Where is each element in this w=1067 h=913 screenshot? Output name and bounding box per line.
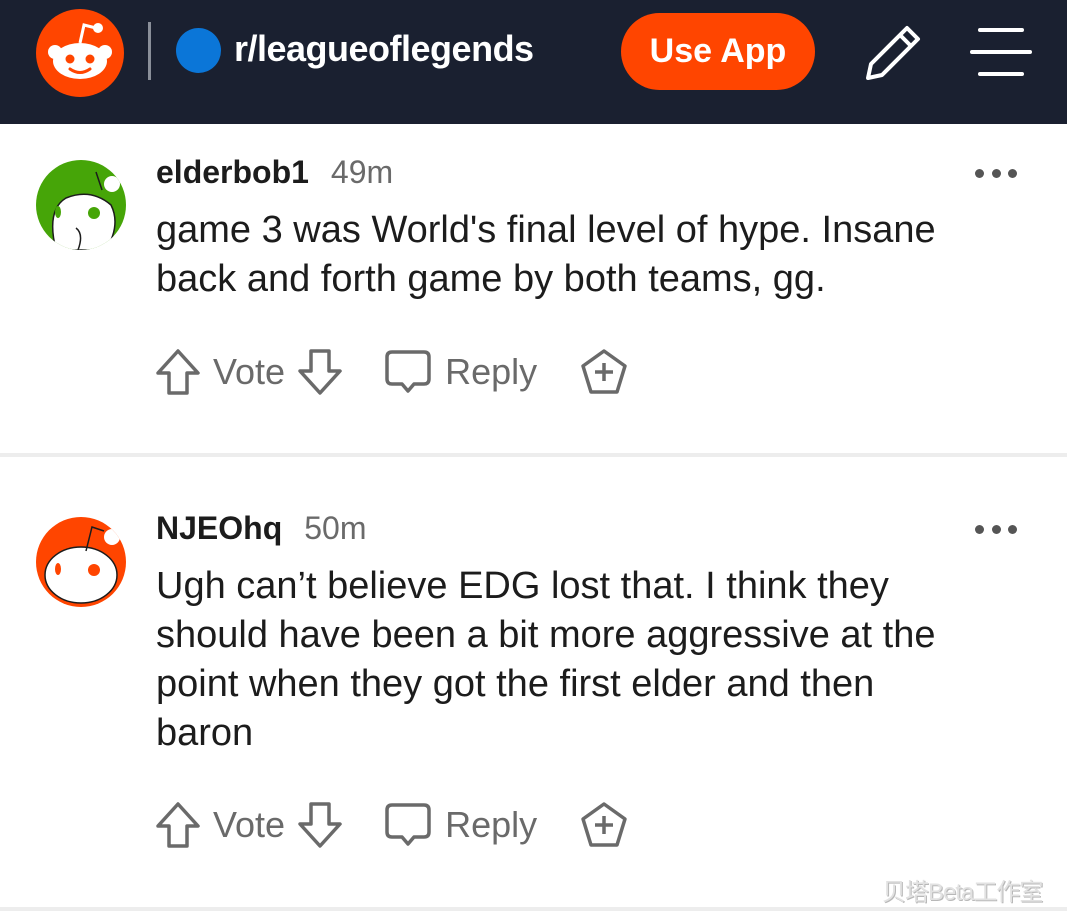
comment-divider (0, 907, 1067, 911)
use-app-button[interactable]: Use App (621, 13, 815, 90)
vote-label: Vote (213, 351, 286, 392)
avatar[interactable] (36, 160, 126, 250)
more-options-icon[interactable] (975, 166, 1017, 180)
header-divider (148, 22, 151, 80)
more-options-icon[interactable] (975, 522, 1017, 536)
reddit-logo[interactable] (36, 9, 124, 97)
snoo-avatar-icon (44, 526, 120, 604)
timestamp: 49m (330, 154, 394, 190)
comment-header: elderbob1 49m (156, 154, 393, 191)
award-icon[interactable] (579, 347, 629, 397)
reply-button[interactable]: Reply (445, 804, 537, 846)
downvote-icon[interactable] (295, 800, 345, 850)
comment-actions: Vote Reply (153, 346, 629, 398)
username[interactable]: elderbob1 (156, 154, 309, 190)
comment-body: game 3 was World's final level of hype. … (156, 206, 1036, 304)
comment-actions: Vote Reply (153, 799, 629, 851)
comment-line: Ugh can’t believe EDG lost that. I think… (156, 565, 889, 607)
comment-header: NJEOhq 50m (156, 510, 366, 547)
upvote-icon[interactable] (153, 800, 203, 850)
comment-line: point when they got the first elder and … (156, 663, 875, 705)
reply-icon[interactable] (383, 347, 433, 397)
vote-label: Vote (213, 804, 286, 845)
reply-icon[interactable] (383, 800, 433, 850)
watermark: 贝塔Beta工作室 (882, 879, 1043, 906)
comment: elderbob1 49m game 3 was World's final le… (0, 124, 1067, 456)
reply-button[interactable]: Reply (445, 351, 537, 393)
snoo-icon (48, 23, 112, 79)
subreddit-icon (176, 28, 221, 73)
upvote-icon[interactable] (153, 347, 203, 397)
downvote-icon[interactable] (295, 347, 345, 397)
comment-line: baron (156, 712, 254, 754)
top-bar: r/leagueoflegends Use App (0, 0, 1067, 124)
comment-line: should have been a bit more aggressive a… (156, 614, 936, 656)
timestamp: 50m (304, 510, 367, 546)
pencil-icon[interactable] (862, 22, 924, 84)
subreddit-name[interactable]: r/leagueoflegends (234, 28, 534, 70)
award-icon[interactable] (579, 800, 629, 850)
hamburger-menu-icon[interactable] (970, 26, 1032, 78)
snoo-avatar-icon (51, 171, 120, 250)
comment: NJEOhq 50m Ugh can’t believe EDG lost tha… (0, 457, 1067, 907)
avatar[interactable] (36, 517, 126, 607)
username[interactable]: NJEOhq (156, 510, 282, 546)
comment-line: back and forth game by both teams, gg. (156, 258, 826, 300)
comment-line: game 3 was World's final level of hype. … (156, 209, 936, 251)
comment-body: Ugh can’t believe EDG lost that. I think… (156, 562, 1036, 758)
